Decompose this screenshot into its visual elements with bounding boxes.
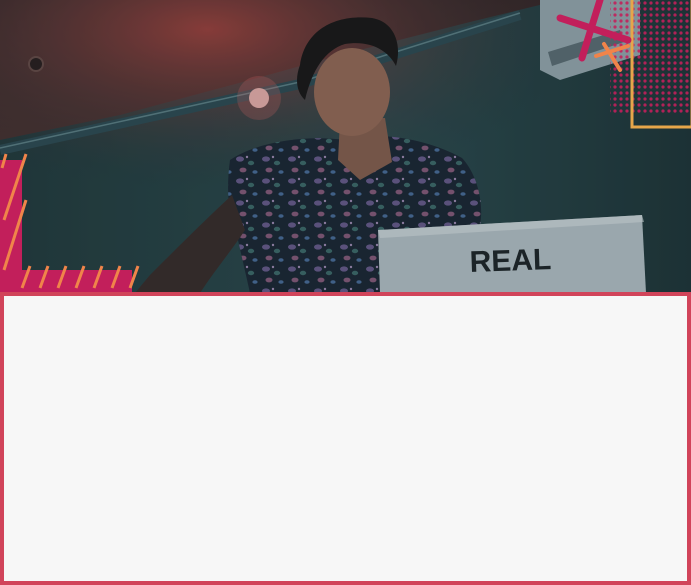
hero-photo: REAL xyxy=(0,0,691,293)
halftone-decoration xyxy=(610,0,691,115)
content-card xyxy=(0,292,691,585)
hero-image: REAL xyxy=(0,0,691,293)
page: REAL xyxy=(0,0,691,585)
